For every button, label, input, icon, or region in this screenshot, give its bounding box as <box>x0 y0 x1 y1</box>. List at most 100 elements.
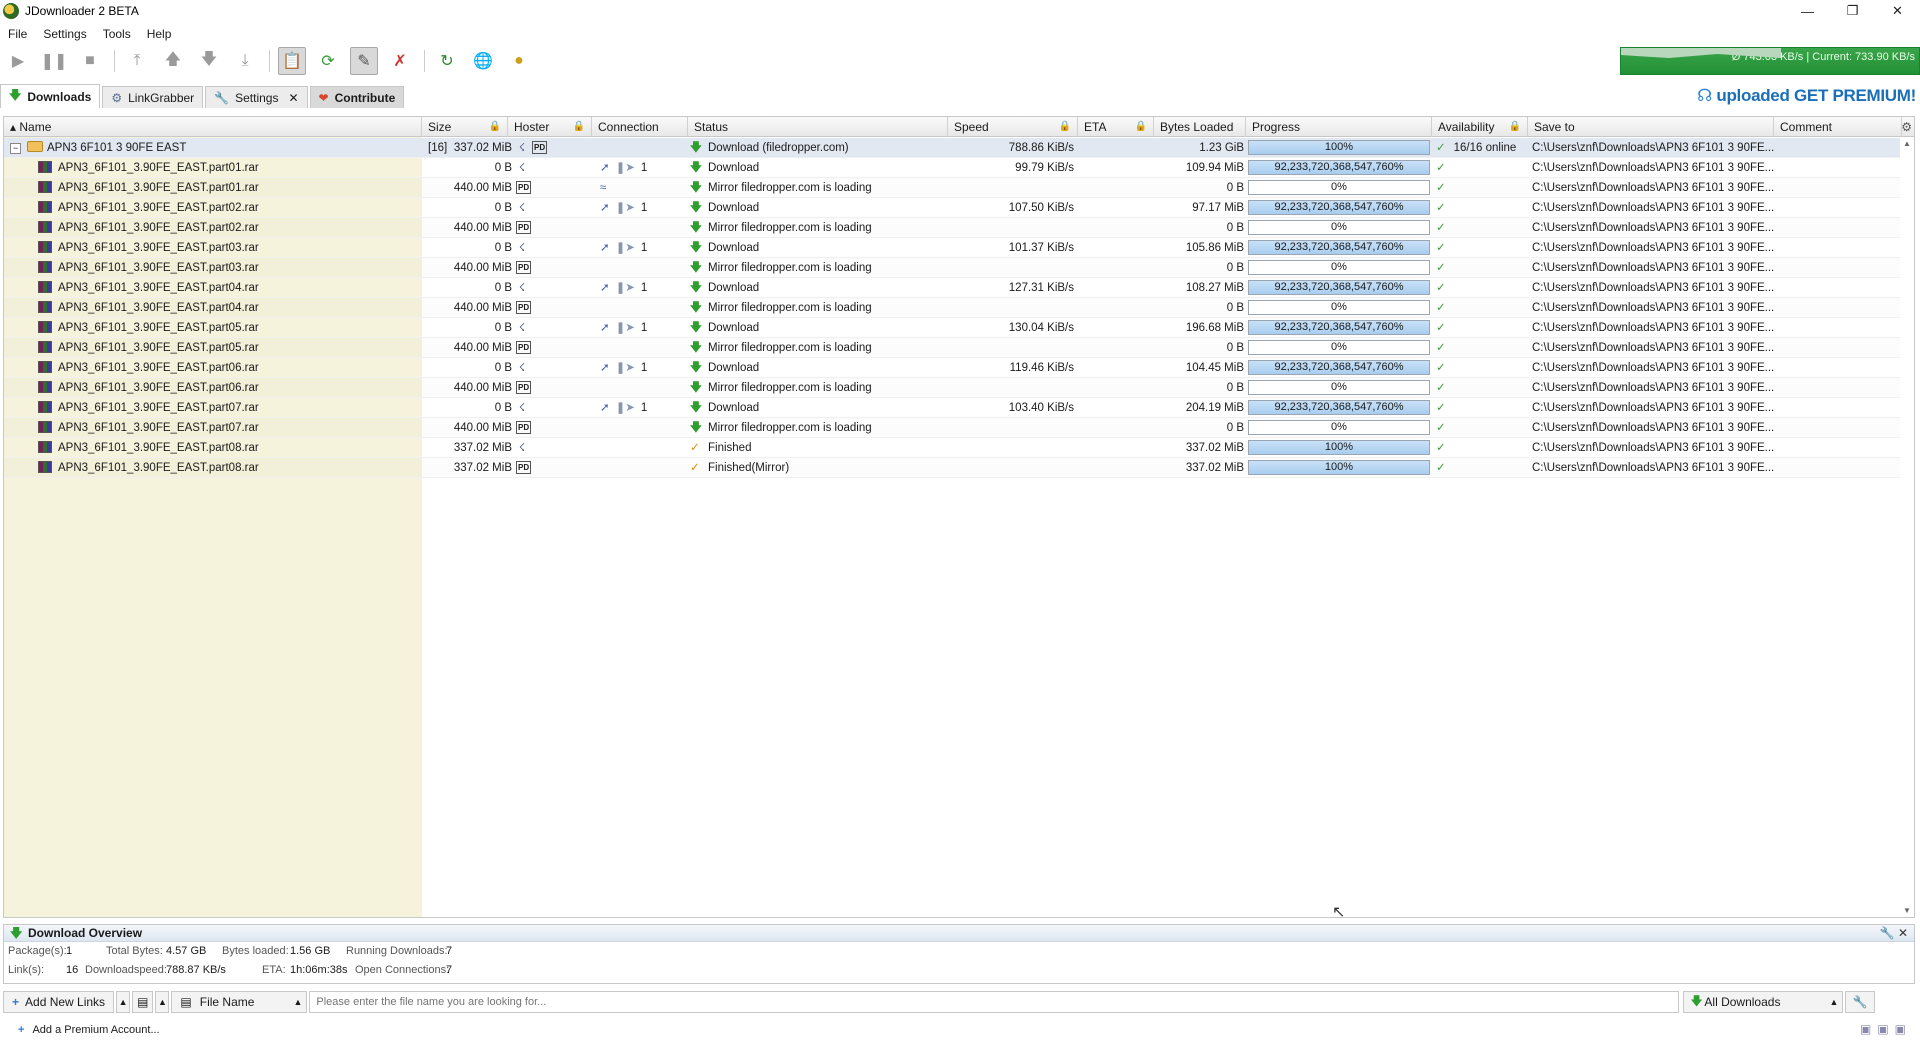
file-progress: 92,233,720,368,547,760% <box>1248 358 1432 378</box>
table-row[interactable]: APN3_6F101_3.90FE_EAST.part08.rar 337.02 … <box>4 458 1914 478</box>
reconnect-button[interactable]: ↻ <box>433 47 461 75</box>
collapse-icon[interactable]: − <box>10 143 21 154</box>
file-connection-cell <box>600 438 682 458</box>
progress-text: 92,233,720,368,547,760% <box>1274 401 1404 413</box>
tab-linkgrabber[interactable]: ⚙ LinkGrabber <box>102 86 204 108</box>
scroll-down-icon[interactable]: ▼ <box>1903 906 1911 915</box>
column-header-size[interactable]: Size 🔒 <box>422 117 508 137</box>
add-premium-account-link[interactable]: Add a Premium Account... <box>32 1024 159 1036</box>
rar-file-icon <box>38 461 52 473</box>
move-top-button[interactable]: ⤒ <box>123 47 151 75</box>
table-row[interactable]: APN3_6F101_3.90FE_EAST.part05.rar 440.00 … <box>4 338 1914 358</box>
speed-meter: Ø 743.63 KB/s | Current: 733.90 KB/s <box>1620 47 1920 75</box>
table-row[interactable]: APN3_6F101_3.90FE_EAST.part08.rar 337.02 … <box>4 438 1914 458</box>
file-status: Mirror filedropper.com is loading <box>708 302 872 314</box>
column-header-eta[interactable]: ETA 🔒 <box>1078 117 1154 137</box>
table-row[interactable]: APN3_6F101_3.90FE_EAST.part03.rar 0 B ☇ ➚ ❚➤… <box>4 238 1914 258</box>
check-icon: ✓ <box>1436 302 1446 314</box>
update-button[interactable]: 🌐 <box>469 47 497 75</box>
menu-settings[interactable]: Settings <box>35 27 94 41</box>
tab-contribute[interactable]: ❤ Contribute <box>309 86 405 108</box>
file-bytes-loaded: 204.19 MiB <box>1185 402 1244 414</box>
menu-bar: File Settings Tools Help <box>0 24 179 44</box>
stop-downloads-button[interactable]: ■ <box>76 47 104 75</box>
add-links-dropdown[interactable]: ▲ <box>116 991 131 1013</box>
speed-limit-toggle[interactable]: ✗ <box>386 47 414 75</box>
column-header-progress[interactable]: Progress <box>1246 117 1432 137</box>
close-tab-icon[interactable]: ✕ <box>288 91 298 105</box>
table-row[interactable]: APN3_6F101_3.90FE_EAST.part02.rar 440.00 … <box>4 218 1914 238</box>
progress-bar: 92,233,720,368,547,760% <box>1248 400 1430 415</box>
vertical-scrollbar[interactable]: ▲ ▼ <box>1900 137 1914 917</box>
file-status-cell: 🡇 Download <box>690 358 946 378</box>
wrench-icon[interactable]: 🔧 <box>1880 926 1895 940</box>
table-row[interactable]: APN3_6F101_3.90FE_EAST.part02.rar 0 B ☇ ➚ ❚➤… <box>4 198 1914 218</box>
tab-downloads[interactable]: 🡇 Downloads <box>0 84 101 108</box>
close-button[interactable]: ✕ <box>1875 0 1920 22</box>
menu-file[interactable]: File <box>0 27 35 41</box>
rar-file-icon <box>38 161 52 173</box>
sort-field-select[interactable]: ▤ File Name ▲ <box>171 991 308 1013</box>
premium-toggle[interactable]: ✎ <box>350 47 378 75</box>
tab-downloads-label: Downloads <box>27 89 92 104</box>
move-bottom-button[interactable]: ⤓ <box>231 47 259 75</box>
column-header-comment[interactable]: Comment <box>1774 117 1902 137</box>
table-row[interactable]: APN3_6F101_3.90FE_EAST.part07.rar 440.00 … <box>4 418 1914 438</box>
column-header-save-to[interactable]: Save to <box>1528 117 1774 137</box>
file-speed <box>950 438 1074 458</box>
lock-icon: 🔒 <box>1058 121 1071 132</box>
package-row[interactable]: − APN3 6F101 3 90FE EAST [16] 337.02 MiB ☇… <box>4 138 1914 158</box>
menu-help[interactable]: Help <box>139 27 180 41</box>
column-header-availability[interactable]: Availability 🔒 <box>1432 117 1528 137</box>
table-row[interactable]: APN3_6F101_3.90FE_EAST.part06.rar 440.00 … <box>4 378 1914 398</box>
move-down-button[interactable]: 🡇 <box>195 47 223 75</box>
table-row[interactable]: APN3_6F101_3.90FE_EAST.part04.rar 0 B ☇ ➚ ❚➤… <box>4 278 1914 298</box>
table-row[interactable]: APN3_6F101_3.90FE_EAST.part01.rar 440.00 … <box>4 178 1914 198</box>
table-row[interactable]: APN3_6F101_3.90FE_EAST.part03.rar 440.00 … <box>4 258 1914 278</box>
move-up-button[interactable]: 🡅 <box>159 47 187 75</box>
column-header-speed[interactable]: Speed 🔒 <box>948 117 1078 137</box>
file-status-cell: 🡇 Mirror filedropper.com is loading <box>690 218 946 238</box>
scroll-up-icon[interactable]: ▲ <box>1903 139 1911 148</box>
column-header-bytes-loaded[interactable]: Bytes Loaded <box>1154 117 1246 137</box>
start-downloads-button[interactable]: ▶ <box>4 47 32 75</box>
file-status-cell: 🡇 Mirror filedropper.com is loading <box>690 178 946 198</box>
view-options-button[interactable]: ▤ <box>132 991 154 1013</box>
clipboard-observer-toggle[interactable]: 📋 <box>278 47 306 75</box>
table-row[interactable]: APN3_6F101_3.90FE_EAST.part01.rar 0 B ☇ ➚ ❚➤… <box>4 158 1914 178</box>
column-header-connection[interactable]: Connection <box>592 117 688 137</box>
table-row[interactable]: APN3_6F101_3.90FE_EAST.part07.rar 0 B ☇ ➚ ❚➤… <box>4 398 1914 418</box>
column-header-hoster[interactable]: Hoster 🔒 <box>508 117 592 137</box>
table-row[interactable]: APN3_6F101_3.90FE_EAST.part04.rar 440.00 … <box>4 298 1914 318</box>
maximize-button[interactable]: ❐ <box>1830 0 1875 22</box>
file-progress: 0% <box>1248 378 1432 398</box>
add-new-links-button[interactable]: + Add New Links <box>3 991 115 1013</box>
progress-text: 0% <box>1331 261 1347 273</box>
file-hoster-cell: ☇ <box>516 398 596 418</box>
tab-settings[interactable]: 🔧 Settings ✕ <box>205 86 308 108</box>
column-settings-icon[interactable]: ⚙ <box>1901 120 1912 134</box>
minimize-button[interactable]: — <box>1785 0 1830 22</box>
menu-tools[interactable]: Tools <box>95 27 139 41</box>
column-header-status[interactable]: Status <box>688 117 948 137</box>
table-row[interactable]: APN3_6F101_3.90FE_EAST.part06.rar 0 B ☇ ➚ ❚➤… <box>4 358 1914 378</box>
view-options-dropdown[interactable]: ▲ <box>155 991 170 1013</box>
pause-downloads-button[interactable]: ❚❚ <box>40 47 68 75</box>
column-header-name[interactable]: ▴ Name <box>4 117 422 137</box>
check-icon: ✓ <box>1436 222 1446 234</box>
status-bar: + Add a Premium Account... ▣▣▣ <box>0 1020 1920 1040</box>
package-save-to: C:\Users\znf\Downloads\APN3 6F101 3 90FE… <box>1532 142 1774 154</box>
connection-count: 1 <box>640 402 648 414</box>
check-icon: ✓ <box>1436 242 1446 254</box>
file-size: 0 B <box>494 282 512 294</box>
close-icon[interactable]: ✕ <box>1898 926 1908 940</box>
file-progress: 0% <box>1248 298 1432 318</box>
jd-button[interactable]: ● <box>505 47 533 75</box>
bottom-tools-button[interactable]: 🔧 <box>1845 991 1876 1013</box>
auto-reconnect-toggle[interactable]: ⟳ <box>314 47 342 75</box>
download-filter-select[interactable]: 🡇 All Downloads ▲ <box>1683 991 1844 1013</box>
table-row[interactable]: APN3_6F101_3.90FE_EAST.part05.rar 0 B ☇ ➚ ❚➤… <box>4 318 1914 338</box>
uploaded-premium-banner[interactable]: ☊ uploaded GET PREMIUM! <box>1697 86 1916 106</box>
download-status-icon: 🡇 <box>690 342 702 354</box>
search-input[interactable] <box>309 991 1680 1013</box>
